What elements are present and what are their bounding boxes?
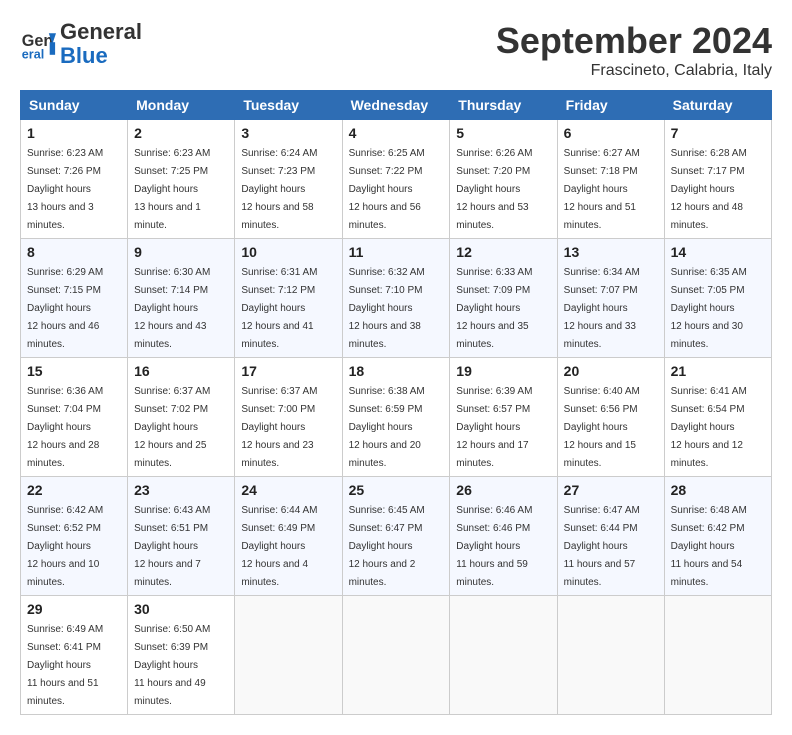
calendar-day-empty-4-5 [557, 596, 664, 715]
col-header-wednesday: Wednesday [342, 91, 450, 120]
calendar-day-13: 13Sunrise: 6:34 AMSunset: 7:07 PMDayligh… [557, 239, 664, 358]
calendar-day-5: 5Sunrise: 6:26 AMSunset: 7:20 PMDaylight… [450, 120, 557, 239]
calendar-day-21: 21Sunrise: 6:41 AMSunset: 6:54 PMDayligh… [664, 358, 771, 477]
calendar-week-3: 22Sunrise: 6:42 AMSunset: 6:52 PMDayligh… [21, 477, 772, 596]
calendar-day-17: 17Sunrise: 6:37 AMSunset: 7:00 PMDayligh… [235, 358, 342, 477]
calendar-day-3: 3Sunrise: 6:24 AMSunset: 7:23 PMDaylight… [235, 120, 342, 239]
calendar-day-27: 27Sunrise: 6:47 AMSunset: 6:44 PMDayligh… [557, 477, 664, 596]
calendar-table: SundayMondayTuesdayWednesdayThursdayFrid… [20, 90, 772, 715]
col-header-saturday: Saturday [664, 91, 771, 120]
calendar-week-2: 15Sunrise: 6:36 AMSunset: 7:04 PMDayligh… [21, 358, 772, 477]
calendar-day-10: 10Sunrise: 6:31 AMSunset: 7:12 PMDayligh… [235, 239, 342, 358]
calendar-day-9: 9Sunrise: 6:30 AMSunset: 7:14 PMDaylight… [128, 239, 235, 358]
calendar-day-28: 28Sunrise: 6:48 AMSunset: 6:42 PMDayligh… [664, 477, 771, 596]
calendar-day-empty-4-6 [664, 596, 771, 715]
calendar-day-empty-4-2 [235, 596, 342, 715]
month-title: September 2024 [496, 20, 772, 62]
calendar-day-22: 22Sunrise: 6:42 AMSunset: 6:52 PMDayligh… [21, 477, 128, 596]
col-header-sunday: Sunday [21, 91, 128, 120]
calendar-day-7: 7Sunrise: 6:28 AMSunset: 7:17 PMDaylight… [664, 120, 771, 239]
calendar-day-15: 15Sunrise: 6:36 AMSunset: 7:04 PMDayligh… [21, 358, 128, 477]
calendar-day-14: 14Sunrise: 6:35 AMSunset: 7:05 PMDayligh… [664, 239, 771, 358]
calendar-week-1: 8Sunrise: 6:29 AMSunset: 7:15 PMDaylight… [21, 239, 772, 358]
calendar-day-30: 30Sunrise: 6:50 AMSunset: 6:39 PMDayligh… [128, 596, 235, 715]
calendar-day-19: 19Sunrise: 6:39 AMSunset: 6:57 PMDayligh… [450, 358, 557, 477]
logo: Gen eral General Blue [20, 20, 142, 68]
col-header-monday: Monday [128, 91, 235, 120]
logo-icon: Gen eral [20, 26, 56, 62]
calendar-day-18: 18Sunrise: 6:38 AMSunset: 6:59 PMDayligh… [342, 358, 450, 477]
calendar-week-0: 1Sunrise: 6:23 AMSunset: 7:26 PMDaylight… [21, 120, 772, 239]
calendar-day-24: 24Sunrise: 6:44 AMSunset: 6:49 PMDayligh… [235, 477, 342, 596]
calendar-day-empty-4-4 [450, 596, 557, 715]
calendar-day-4: 4Sunrise: 6:25 AMSunset: 7:22 PMDaylight… [342, 120, 450, 239]
title-area: September 2024 Frascineto, Calabria, Ita… [496, 20, 772, 80]
calendar-day-20: 20Sunrise: 6:40 AMSunset: 6:56 PMDayligh… [557, 358, 664, 477]
calendar-day-23: 23Sunrise: 6:43 AMSunset: 6:51 PMDayligh… [128, 477, 235, 596]
col-header-friday: Friday [557, 91, 664, 120]
calendar-day-6: 6Sunrise: 6:27 AMSunset: 7:18 PMDaylight… [557, 120, 664, 239]
calendar-day-2: 2Sunrise: 6:23 AMSunset: 7:25 PMDaylight… [128, 120, 235, 239]
col-header-tuesday: Tuesday [235, 91, 342, 120]
logo-blue: Blue [60, 44, 142, 68]
calendar-day-16: 16Sunrise: 6:37 AMSunset: 7:02 PMDayligh… [128, 358, 235, 477]
svg-text:eral: eral [22, 48, 44, 62]
calendar-header-row: SundayMondayTuesdayWednesdayThursdayFrid… [21, 91, 772, 120]
logo-general: General [60, 20, 142, 44]
calendar-day-1: 1Sunrise: 6:23 AMSunset: 7:26 PMDaylight… [21, 120, 128, 239]
page-header: Gen eral General Blue September 2024 Fra… [20, 20, 772, 80]
calendar-week-4: 29Sunrise: 6:49 AMSunset: 6:41 PMDayligh… [21, 596, 772, 715]
calendar-day-25: 25Sunrise: 6:45 AMSunset: 6:47 PMDayligh… [342, 477, 450, 596]
calendar-day-empty-4-3 [342, 596, 450, 715]
calendar-day-11: 11Sunrise: 6:32 AMSunset: 7:10 PMDayligh… [342, 239, 450, 358]
calendar-day-8: 8Sunrise: 6:29 AMSunset: 7:15 PMDaylight… [21, 239, 128, 358]
col-header-thursday: Thursday [450, 91, 557, 120]
location-subtitle: Frascineto, Calabria, Italy [496, 62, 772, 80]
calendar-day-26: 26Sunrise: 6:46 AMSunset: 6:46 PMDayligh… [450, 477, 557, 596]
calendar-day-12: 12Sunrise: 6:33 AMSunset: 7:09 PMDayligh… [450, 239, 557, 358]
calendar-day-29: 29Sunrise: 6:49 AMSunset: 6:41 PMDayligh… [21, 596, 128, 715]
